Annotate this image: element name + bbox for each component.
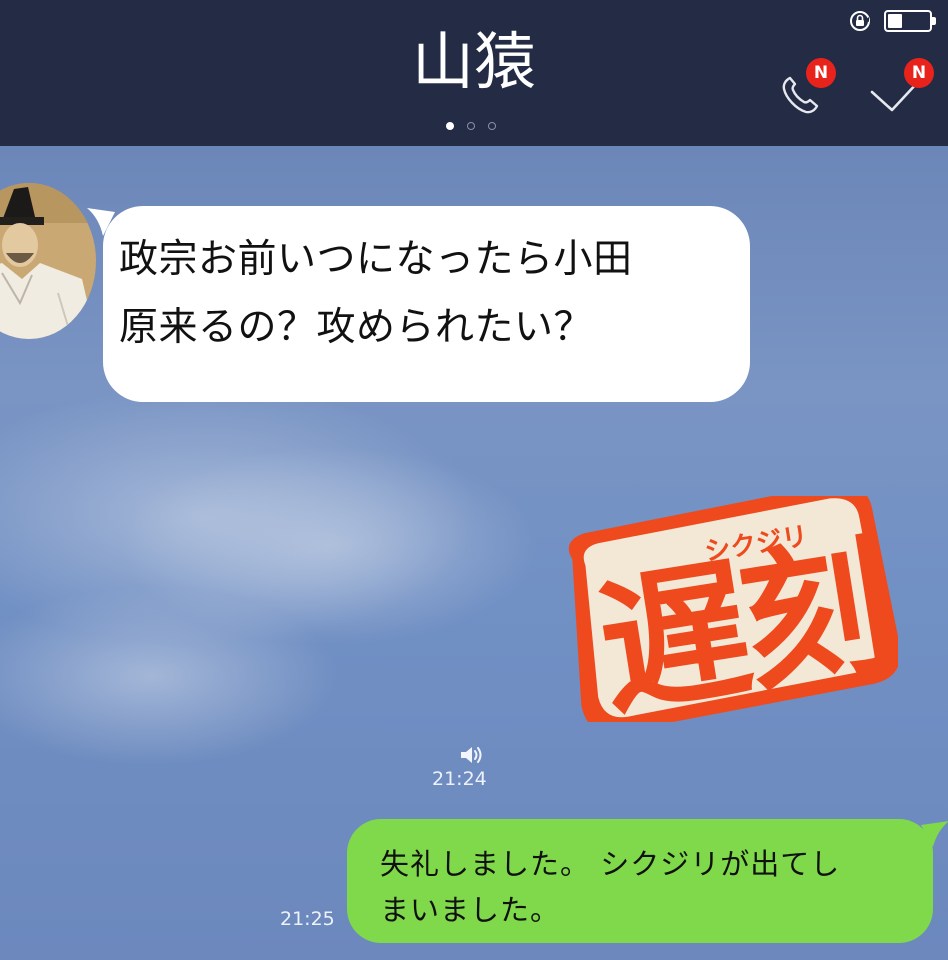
page-indicator xyxy=(446,122,496,130)
bubble-tail xyxy=(87,208,115,236)
late-sticker-image: 遅刻 シクジリ xyxy=(568,483,901,737)
outgoing-message-bubble[interactable]: 失礼しました。 シクジリが出てし まいました。 xyxy=(347,819,948,943)
incoming-message-text: 政宗お前いつになったら小田 原来るの？攻められたい？ xyxy=(119,226,633,362)
chat-area[interactable]: 政宗お前いつになったら小田 原来るの？攻められたい？ 遅刻 シクジリ 21:24… xyxy=(0,146,948,960)
sticker-chikoku[interactable]: 遅刻 シクジリ xyxy=(554,483,901,737)
message-line: 原来るの？攻められたい？ xyxy=(119,305,594,350)
battery-icon xyxy=(884,10,936,32)
call-button[interactable]: N xyxy=(778,58,848,118)
chat-header: 山猿 N N xyxy=(0,0,948,146)
message-line: 失礼しました。 シクジリが出てし xyxy=(380,847,841,881)
message-timestamp: 21:25 xyxy=(280,908,335,930)
check-button[interactable]: N xyxy=(868,58,940,118)
lock-rotation-icon xyxy=(850,11,870,31)
call-notification-badge: N xyxy=(806,58,836,88)
message-timestamp: 21:24 xyxy=(432,768,487,790)
speaker-icon[interactable] xyxy=(459,744,485,766)
incoming-message-bubble[interactable]: 政宗お前いつになったら小田 原来るの？攻められたい？ xyxy=(87,206,750,402)
avatar[interactable] xyxy=(0,183,96,339)
page-dot xyxy=(488,122,496,130)
status-bar xyxy=(848,9,936,33)
page-dot xyxy=(467,122,475,130)
check-notification-badge: N xyxy=(904,58,934,88)
message-line: 政宗お前いつになったら小田 xyxy=(119,237,633,282)
outgoing-message-text: 失礼しました。 シクジリが出てし まいました。 xyxy=(380,841,840,933)
message-line: まいました。 xyxy=(380,893,561,927)
page-dot xyxy=(446,122,454,130)
bubble-tail xyxy=(921,821,948,847)
samurai-portrait-avatar xyxy=(0,183,96,339)
